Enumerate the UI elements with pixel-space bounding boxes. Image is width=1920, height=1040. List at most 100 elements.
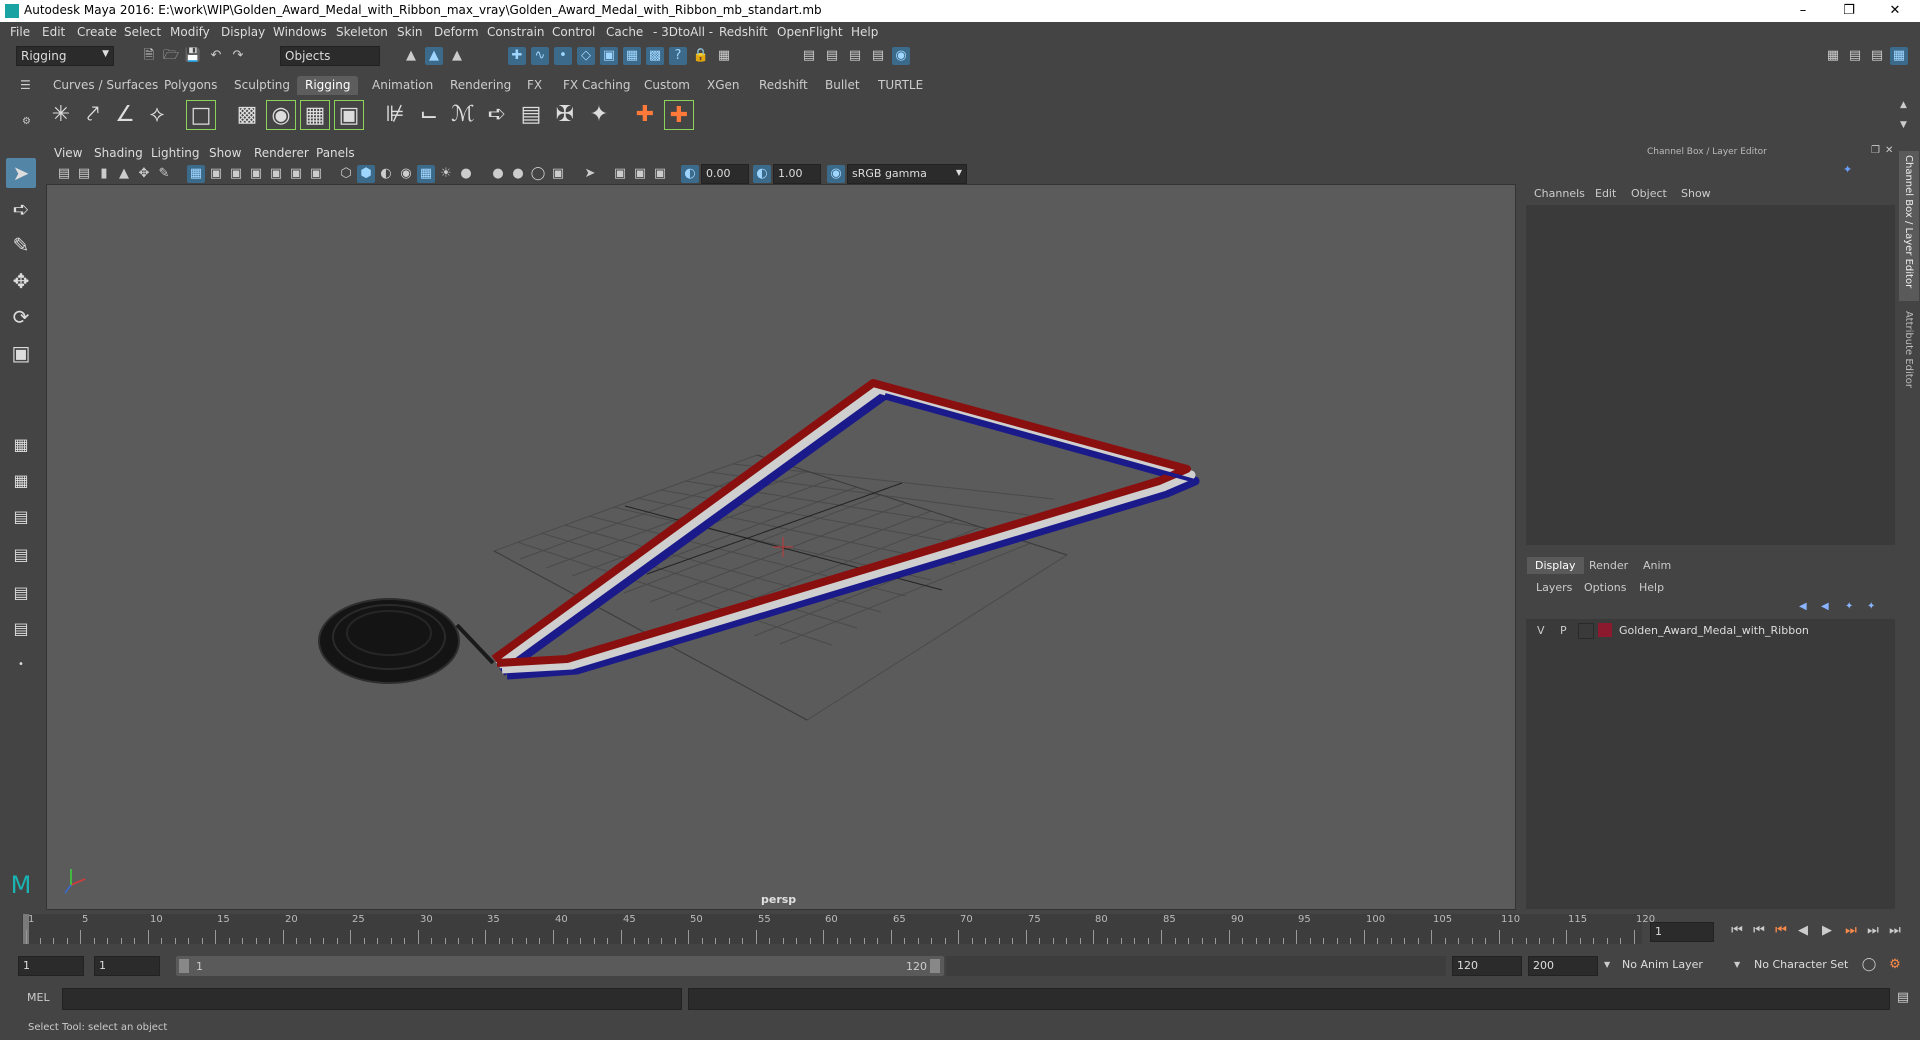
field-chart-icon[interactable]: ▣ bbox=[267, 165, 285, 183]
grease-pencil-icon[interactable]: ✎ bbox=[155, 165, 173, 183]
menu-skeleton[interactable]: Skeleton bbox=[336, 25, 388, 39]
selection-mask-dropdown[interactable]: Objects bbox=[280, 46, 380, 66]
create-joints-icon[interactable]: ✳ bbox=[46, 100, 76, 130]
redo-icon[interactable]: ↷ bbox=[229, 47, 247, 65]
vp-menu-panels[interactable]: Panels bbox=[316, 146, 355, 160]
scale-constraint-icon[interactable]: ▤ bbox=[516, 100, 546, 130]
auto-key-icon[interactable]: ◯ bbox=[1860, 956, 1878, 974]
shadows-icon[interactable]: ● bbox=[457, 165, 475, 183]
menu-skin[interactable]: Skin bbox=[397, 25, 423, 39]
float-panel-icon[interactable]: ❐ bbox=[1871, 145, 1880, 156]
menu-edit[interactable]: Edit bbox=[42, 25, 65, 39]
bind-skin-icon[interactable]: ◉ bbox=[266, 100, 296, 130]
channel-list[interactable] bbox=[1526, 205, 1895, 545]
command-language-label[interactable]: MEL bbox=[27, 991, 50, 1004]
scene-canvas[interactable] bbox=[47, 185, 1515, 909]
anim-preferences-icon[interactable]: ⚙ bbox=[1886, 956, 1904, 974]
depth-of-field-icon[interactable]: ▣ bbox=[549, 165, 567, 183]
go-to-end-icon[interactable]: ⏭ bbox=[1886, 922, 1904, 940]
isolate-select-icon[interactable]: ➤ bbox=[581, 165, 599, 183]
workspace-icon-2[interactable]: ▤ bbox=[1846, 47, 1864, 65]
shelf-menu-icon[interactable]: ☰ bbox=[20, 78, 31, 92]
four-view-layout-icon[interactable]: ▦ bbox=[6, 466, 36, 496]
cb-menu-object[interactable]: Object bbox=[1631, 187, 1667, 200]
grid-toggle-icon[interactable]: ▦ bbox=[187, 165, 205, 183]
lock-icon[interactable]: 🔒 bbox=[692, 47, 710, 65]
side-tab-attribute-editor[interactable]: Attribute Editor bbox=[1899, 307, 1919, 397]
xray-icon[interactable]: ▣ bbox=[611, 165, 629, 183]
range-start-handle[interactable] bbox=[179, 959, 189, 973]
menu-modify[interactable]: Modify bbox=[170, 25, 210, 39]
menu-redshift[interactable]: Redshift bbox=[719, 25, 768, 39]
film-gate-icon[interactable]: ▣ bbox=[207, 165, 225, 183]
wireframe-on-shaded-icon[interactable]: ◉ bbox=[397, 165, 415, 183]
layer-tab-anim[interactable]: Anim bbox=[1635, 557, 1679, 574]
menu-openflight[interactable]: OpenFlight bbox=[777, 25, 843, 39]
shelf-tab-redshift[interactable]: Redshift bbox=[751, 76, 816, 95]
menu-constrain[interactable]: Constrain bbox=[487, 25, 545, 39]
shelf-settings-icon[interactable]: ⚙ bbox=[22, 116, 31, 127]
move-tool-icon[interactable]: ✥ bbox=[6, 266, 36, 296]
color-management-icon[interactable]: ◉ bbox=[827, 165, 845, 183]
parent-constraint-icon[interactable]: ⊯ bbox=[380, 100, 410, 130]
safe-title-icon[interactable]: ▣ bbox=[307, 165, 325, 183]
cluster-icon[interactable]: ▩ bbox=[232, 100, 262, 130]
layer-tab-render[interactable]: Render bbox=[1581, 557, 1636, 574]
viewport-persp[interactable]: persp bbox=[46, 184, 1516, 910]
resolution-gate-icon[interactable]: ▣ bbox=[227, 165, 245, 183]
character-set-dropdown[interactable]: No Character Set bbox=[1750, 956, 1868, 976]
layer-menu-layers[interactable]: Layers bbox=[1536, 581, 1572, 594]
xray-components-icon[interactable]: ▣ bbox=[651, 165, 669, 183]
view-transform-dropdown[interactable]: sRGB gamma ▼ bbox=[847, 164, 967, 184]
layer-name[interactable]: Golden_Award_Medal_with_Ribbon bbox=[1619, 624, 1809, 637]
menu-create[interactable]: Create bbox=[77, 25, 117, 39]
restore-button[interactable]: ❐ bbox=[1826, 0, 1872, 22]
layer-tab-display[interactable]: Display bbox=[1527, 557, 1584, 574]
point-constraint-icon[interactable]: ⌙ bbox=[414, 100, 444, 130]
new-scene-icon[interactable]: 🗎 bbox=[140, 47, 158, 65]
layer-color-swatch[interactable] bbox=[1598, 623, 1612, 637]
scale-tool-icon[interactable]: ▣ bbox=[6, 338, 36, 368]
shelf-tab-rigging[interactable]: Rigging bbox=[297, 76, 359, 95]
layer-reference-toggle[interactable] bbox=[1578, 623, 1594, 639]
shelf-tab-turtle[interactable]: TURTLE bbox=[870, 76, 931, 95]
vp-menu-shading[interactable]: Shading bbox=[94, 146, 143, 160]
shelf-tab-custom[interactable]: Custom bbox=[636, 76, 698, 95]
go-to-start-icon[interactable]: ⏮ bbox=[1728, 922, 1746, 940]
xray-joints-icon[interactable]: ▣ bbox=[631, 165, 649, 183]
shelf-tab-animation[interactable]: Animation bbox=[364, 76, 441, 95]
close-panel-icon[interactable]: ✕ bbox=[1885, 145, 1893, 156]
shelf-tab-fx-caching[interactable]: FX Caching bbox=[555, 76, 638, 95]
select-camera-icon[interactable]: ▤ bbox=[55, 165, 73, 183]
image-plane-icon[interactable]: ▲ bbox=[115, 165, 133, 183]
shelf-scroll-down-icon[interactable]: ▼ bbox=[1900, 120, 1907, 130]
layer-playback-toggle[interactable]: P bbox=[1560, 624, 1567, 637]
close-button[interactable]: ✕ bbox=[1872, 0, 1918, 22]
step-forward-key-icon[interactable]: ⏭ bbox=[1864, 922, 1882, 940]
single-perspective-layout-icon[interactable]: ▦ bbox=[6, 430, 36, 460]
vp-menu-renderer[interactable]: Renderer bbox=[254, 146, 309, 160]
shelf-tab-bullet[interactable]: Bullet bbox=[817, 76, 868, 95]
select-object-icon[interactable]: ▲ bbox=[425, 47, 443, 65]
animation-start-field[interactable]: 1 bbox=[18, 956, 84, 976]
ik-handle-icon[interactable]: ∠ bbox=[110, 100, 140, 130]
insert-joint-icon[interactable]: ⤤ bbox=[78, 100, 108, 130]
wireframe-icon[interactable]: ⬡ bbox=[337, 165, 355, 183]
anti-aliasing-icon[interactable]: ◯ bbox=[529, 165, 547, 183]
shelf-tab-polygons[interactable]: Polygons bbox=[156, 76, 225, 95]
lattice-icon[interactable]: ▦ bbox=[300, 100, 330, 130]
select-hierarchy-icon[interactable]: ▲ bbox=[402, 47, 420, 65]
persp-graph-layout-icon[interactable]: ▤ bbox=[6, 540, 36, 570]
ik-spline-icon[interactable]: ⟡ bbox=[142, 100, 172, 130]
menu-file[interactable]: File bbox=[10, 25, 30, 39]
hik-skeleton-icon[interactable]: ✚ bbox=[664, 100, 694, 130]
symmetry-icon[interactable]: ? bbox=[669, 47, 687, 65]
lasso-tool-icon[interactable]: ➪ bbox=[6, 194, 36, 224]
layer-menu-options[interactable]: Options bbox=[1584, 581, 1626, 594]
motion-blur-icon[interactable]: ● bbox=[509, 165, 527, 183]
range-end-handle[interactable] bbox=[930, 959, 940, 973]
side-tab-channel-box[interactable]: Channel Box / Layer Editor bbox=[1899, 151, 1919, 301]
minimize-button[interactable]: – bbox=[1780, 0, 1826, 22]
play-forwards-icon[interactable]: ▶ bbox=[1818, 922, 1836, 940]
persp-uv-layout-icon[interactable]: ▤ bbox=[6, 614, 36, 644]
